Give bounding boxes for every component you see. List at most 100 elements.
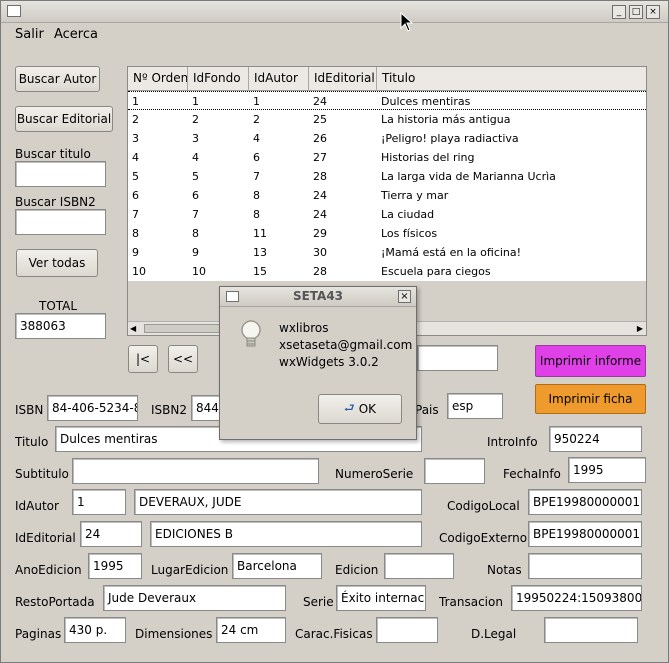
buscar-isbn2-input[interactable] <box>15 209 106 235</box>
menu-salir[interactable]: Salir <box>15 27 44 42</box>
table-row[interactable]: 1 1 1 24 Dulces mentiras <box>128 91 646 110</box>
table-cell: 26 <box>313 132 327 145</box>
table-cell: Historias del ring <box>381 151 475 164</box>
minimize-icon[interactable]: _ <box>612 5 626 19</box>
isbn2-input[interactable]: 844 <box>191 395 219 421</box>
table-cell: 4 <box>253 132 260 145</box>
table-cell: 3 <box>132 132 139 145</box>
menu-acerca[interactable]: Acerca <box>54 27 98 42</box>
lugaredicion-input[interactable]: Barcelona <box>232 553 322 579</box>
serie-input[interactable]: Éxito internacio <box>336 585 426 611</box>
ideditorial-label: IdEditorial <box>15 531 76 545</box>
subtitulo-input[interactable] <box>72 458 319 484</box>
dialog-title-bar: SETA43 × <box>220 287 416 307</box>
titulo-label: Titulo <box>15 435 49 449</box>
column-header[interactable]: Titulo <box>377 67 646 91</box>
buscar-titulo-input[interactable] <box>15 161 106 187</box>
fechainfo-label: FechaInfo <box>503 467 561 481</box>
table-cell: ¡Mamá está en la oficina! <box>381 246 522 259</box>
restoportada-input[interactable]: Jude Deveraux <box>103 585 286 611</box>
table-cell: 8 <box>253 189 260 202</box>
table-cell: 7 <box>132 208 139 221</box>
table-cell: 1 <box>192 95 199 108</box>
numeroserie-input[interactable] <box>424 458 485 484</box>
anoedicion-input[interactable]: 1995 <box>88 553 142 579</box>
close-icon[interactable]: × <box>646 5 660 19</box>
caracfisicas-input[interactable] <box>376 617 438 643</box>
restoportada-label: RestoPortada <box>15 595 95 609</box>
paginas-input[interactable]: 430 p. <box>64 617 126 643</box>
table-row[interactable]: 6 6 8 24 Tierra y mar <box>128 186 646 205</box>
pais-input[interactable]: esp <box>447 393 503 419</box>
ver-todas-button[interactable]: Ver todas <box>16 249 98 277</box>
dlegal-label: D.Legal <box>471 627 517 641</box>
dimensiones-input[interactable]: 24 cm <box>216 617 286 643</box>
menu-bar <box>1 23 668 47</box>
table-row[interactable]: 10 10 15 28 Escuela para ciegos <box>128 262 646 281</box>
table-row[interactable]: 3 3 4 26 ¡Peligro! playa radiactiva <box>128 129 646 148</box>
column-header[interactable]: IdAutor <box>249 67 309 91</box>
first-record-button[interactable]: |< <box>128 345 158 373</box>
dialog-line-email: xsetaseta@gmail.com <box>279 338 413 352</box>
buscar-isbn2-label: Buscar ISBN2 <box>15 195 96 209</box>
table-cell: 6 <box>253 151 260 164</box>
idautor-input[interactable]: 1 <box>72 489 126 515</box>
table-cell: 8 <box>192 227 199 240</box>
imprimir-informe-button[interactable]: Imprimir informe <box>535 345 646 377</box>
table-row[interactable]: 9 9 13 30 ¡Mamá está en la oficina! <box>128 243 646 262</box>
table-cell: 24 <box>313 208 327 221</box>
maximize-icon[interactable]: □ <box>629 5 643 19</box>
scroll-left-icon[interactable]: ◀ <box>130 324 136 333</box>
main-window: _ □ × Salir Acerca Buscar Autor Buscar E… <box>0 0 669 663</box>
table-cell: Escuela para ciegos <box>381 265 491 278</box>
codigoexterno-input[interactable]: BPE19980000001 <box>528 521 642 547</box>
table-cell: 5 <box>192 170 199 183</box>
transaccion-input[interactable]: 19950224:15093800 <box>511 585 642 611</box>
table-row[interactable]: 5 5 7 28 La larga vida de Marianna Ucrìa <box>128 167 646 186</box>
table-cell: 13 <box>253 246 267 259</box>
codigolocal-label: CodigoLocal <box>447 499 520 513</box>
lightbulb-icon <box>240 319 262 354</box>
anoedicion-label: AnoEdicion <box>15 563 82 577</box>
dialog-close-icon[interactable]: × <box>398 290 411 303</box>
column-header[interactable]: Nº Orden <box>128 67 188 91</box>
table-cell: 9 <box>132 246 139 259</box>
isbn-label: ISBN <box>15 403 44 417</box>
column-header[interactable]: IdFondo <box>188 67 249 91</box>
transaccion-label: Transacion <box>439 595 503 609</box>
table-cell: 6 <box>192 189 199 202</box>
dlegal-input[interactable] <box>544 617 638 643</box>
isbn-input[interactable]: 84-406-5234-8 <box>47 395 138 421</box>
table-cell: 6 <box>132 189 139 202</box>
table-row[interactable]: 2 2 2 25 La historia más antigua <box>128 110 646 129</box>
table-row[interactable]: 8 8 11 29 Los físicos <box>128 224 646 243</box>
codigolocal-input[interactable]: BPE19980000001 <box>528 489 642 515</box>
scroll-right-icon[interactable]: ▶ <box>637 324 643 333</box>
buscar-autor-button[interactable]: Buscar Autor <box>15 66 100 92</box>
edicion-input[interactable] <box>384 553 454 579</box>
idautor-label: IdAutor <box>15 499 59 513</box>
window-menu-icon[interactable] <box>7 5 21 17</box>
table-row[interactable]: 4 4 6 27 Historias del ring <box>128 148 646 167</box>
title-bar: _ □ × <box>1 1 668 23</box>
fechainfo-input[interactable]: 1995 <box>568 457 646 483</box>
prev-record-button[interactable]: << <box>168 345 198 373</box>
table-row[interactable]: 7 7 8 24 La ciudad <box>128 205 646 224</box>
buscar-editorial-button[interactable]: Buscar Editorial <box>15 106 113 132</box>
imprimir-ficha-button[interactable]: Imprimir ficha <box>535 384 646 414</box>
table-cell: 10 <box>132 265 146 278</box>
notas-input[interactable] <box>528 553 642 579</box>
table-cell: 25 <box>313 113 327 126</box>
buscar-titulo-label: Buscar titulo <box>15 147 91 161</box>
table-cell: 28 <box>313 170 327 183</box>
table-cell: Tierra y mar <box>381 189 449 202</box>
table-cell: La historia más antigua <box>381 113 511 126</box>
scrollbar-thumb[interactable] <box>144 324 224 333</box>
table-cell: ¡Peligro! playa radiactiva <box>381 132 519 145</box>
introinfo-label: IntroInfo <box>487 435 538 449</box>
introinfo-input[interactable]: 950224 <box>549 426 642 452</box>
column-header[interactable]: IdEditorial <box>309 67 377 91</box>
record-field[interactable] <box>417 345 498 371</box>
ok-button[interactable]: ⮐ OK <box>318 394 402 424</box>
ideditorial-input[interactable]: 24 <box>80 521 142 547</box>
